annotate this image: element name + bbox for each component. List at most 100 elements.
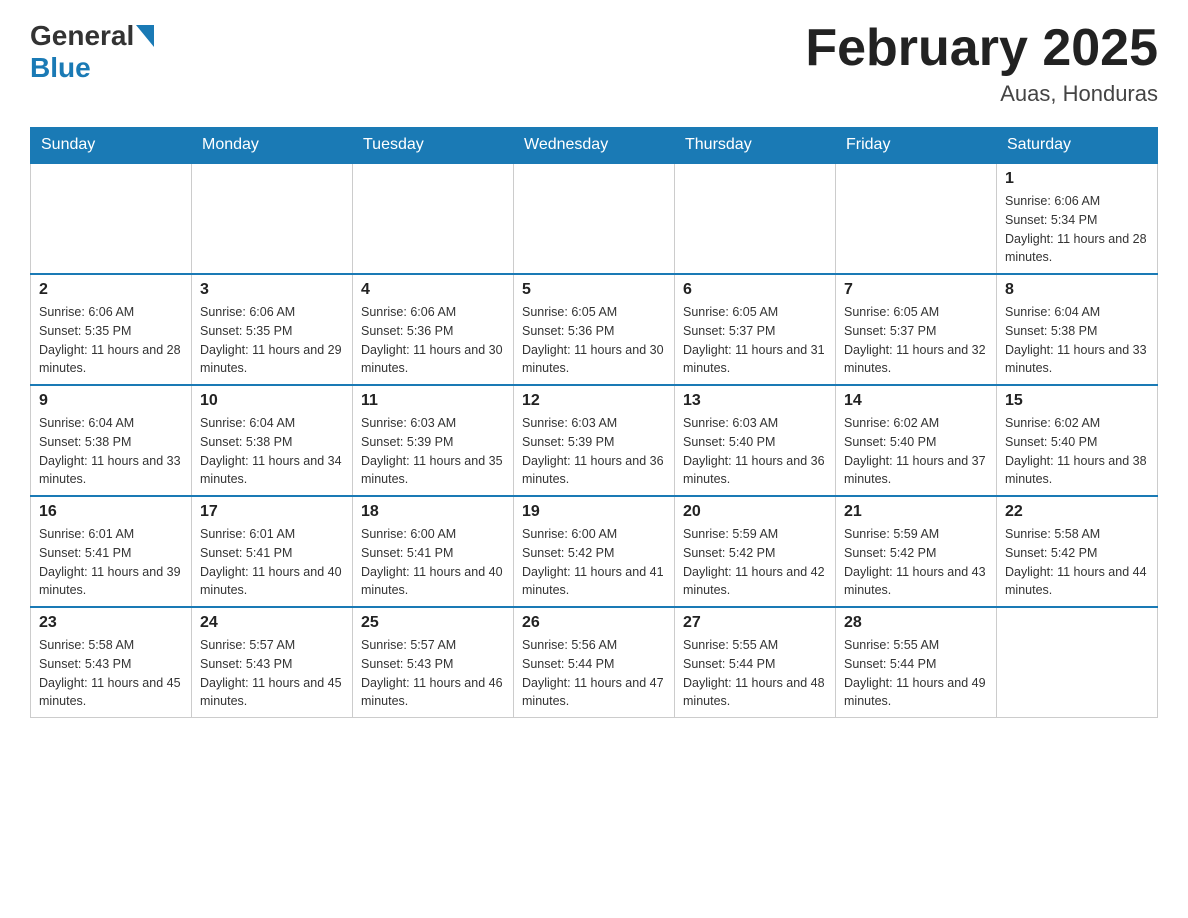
header-wednesday: Wednesday	[514, 128, 675, 164]
day-cell: 2 Sunrise: 6:06 AMSunset: 5:35 PMDaylight…	[31, 274, 192, 385]
week-row-5: 23 Sunrise: 5:58 AMSunset: 5:43 PMDayligh…	[31, 607, 1158, 718]
location: Auas, Honduras	[805, 81, 1158, 107]
title-section: February 2025 Auas, Honduras	[805, 20, 1158, 107]
day-number: 5	[522, 281, 666, 299]
day-info: Sunrise: 6:04 AMSunset: 5:38 PMDaylight:…	[1005, 303, 1149, 378]
day-info: Sunrise: 6:04 AMSunset: 5:38 PMDaylight:…	[200, 414, 344, 489]
day-number: 11	[361, 392, 505, 410]
day-cell: 11 Sunrise: 6:03 AMSunset: 5:39 PMDayligh…	[353, 385, 514, 496]
day-cell: 6 Sunrise: 6:05 AMSunset: 5:37 PMDaylight…	[675, 274, 836, 385]
day-number: 24	[200, 614, 344, 632]
day-number: 12	[522, 392, 666, 410]
day-number: 20	[683, 503, 827, 521]
header-monday: Monday	[192, 128, 353, 164]
day-info: Sunrise: 6:02 AMSunset: 5:40 PMDaylight:…	[1005, 414, 1149, 489]
day-cell: 3 Sunrise: 6:06 AMSunset: 5:35 PMDaylight…	[192, 274, 353, 385]
day-number: 25	[361, 614, 505, 632]
header-sunday: Sunday	[31, 128, 192, 164]
calendar-table: SundayMondayTuesdayWednesdayThursdayFrid…	[30, 127, 1158, 718]
day-cell	[514, 163, 675, 274]
day-cell: 13Sunrise: 6:03 AMSunset: 5:40 PMDayligh…	[675, 385, 836, 496]
day-cell: 14 Sunrise: 6:02 AMSunset: 5:40 PMDayligh…	[836, 385, 997, 496]
day-number: 28	[844, 614, 988, 632]
day-number: 23	[39, 614, 183, 632]
day-cell: 17Sunrise: 6:01 AMSunset: 5:41 PMDayligh…	[192, 496, 353, 607]
day-number: 4	[361, 281, 505, 299]
header-thursday: Thursday	[675, 128, 836, 164]
page-header: General Blue February 2025 Auas, Hondura…	[30, 20, 1158, 107]
day-cell: 8 Sunrise: 6:04 AMSunset: 5:38 PMDaylight…	[997, 274, 1158, 385]
day-cell: 15 Sunrise: 6:02 AMSunset: 5:40 PMDayligh…	[997, 385, 1158, 496]
day-info: Sunrise: 5:58 AMSunset: 5:43 PMDaylight:…	[39, 636, 183, 711]
day-info: Sunrise: 5:58 AMSunset: 5:42 PMDaylight:…	[1005, 525, 1149, 600]
logo-arrow-icon	[136, 25, 154, 47]
day-cell: 9 Sunrise: 6:04 AMSunset: 5:38 PMDaylight…	[31, 385, 192, 496]
month-title: February 2025	[805, 20, 1158, 77]
day-info: Sunrise: 5:55 AMSunset: 5:44 PMDaylight:…	[844, 636, 988, 711]
day-info: Sunrise: 5:57 AMSunset: 5:43 PMDaylight:…	[361, 636, 505, 711]
day-number: 7	[844, 281, 988, 299]
day-cell	[997, 607, 1158, 718]
header-tuesday: Tuesday	[353, 128, 514, 164]
day-number: 9	[39, 392, 183, 410]
day-cell: 19Sunrise: 6:00 AMSunset: 5:42 PMDayligh…	[514, 496, 675, 607]
day-number: 15	[1005, 392, 1149, 410]
day-number: 21	[844, 503, 988, 521]
day-cell: 28 Sunrise: 5:55 AMSunset: 5:44 PMDayligh…	[836, 607, 997, 718]
day-cell: 7 Sunrise: 6:05 AMSunset: 5:37 PMDaylight…	[836, 274, 997, 385]
day-info: Sunrise: 6:05 AMSunset: 5:37 PMDaylight:…	[844, 303, 988, 378]
day-info: Sunrise: 5:59 AMSunset: 5:42 PMDaylight:…	[844, 525, 988, 600]
week-row-2: 2 Sunrise: 6:06 AMSunset: 5:35 PMDaylight…	[31, 274, 1158, 385]
day-cell: 1Sunrise: 6:06 AMSunset: 5:34 PMDaylight…	[997, 163, 1158, 274]
day-cell: 12 Sunrise: 6:03 AMSunset: 5:39 PMDayligh…	[514, 385, 675, 496]
day-cell: 24Sunrise: 5:57 AMSunset: 5:43 PMDayligh…	[192, 607, 353, 718]
day-info: Sunrise: 6:06 AMSunset: 5:36 PMDaylight:…	[361, 303, 505, 378]
day-cell: 10 Sunrise: 6:04 AMSunset: 5:38 PMDayligh…	[192, 385, 353, 496]
day-info: Sunrise: 6:03 AMSunset: 5:39 PMDaylight:…	[361, 414, 505, 489]
day-info: Sunrise: 6:01 AMSunset: 5:41 PMDaylight:…	[200, 525, 344, 600]
day-info: Sunrise: 6:02 AMSunset: 5:40 PMDaylight:…	[844, 414, 988, 489]
day-info: Sunrise: 6:04 AMSunset: 5:38 PMDaylight:…	[39, 414, 183, 489]
day-info: Sunrise: 6:03 AMSunset: 5:39 PMDaylight:…	[522, 414, 666, 489]
day-cell: 22 Sunrise: 5:58 AMSunset: 5:42 PMDayligh…	[997, 496, 1158, 607]
day-cell	[353, 163, 514, 274]
logo-blue: Blue	[30, 52, 91, 83]
logo-general: General	[30, 20, 134, 52]
day-info: Sunrise: 5:59 AMSunset: 5:42 PMDaylight:…	[683, 525, 827, 600]
day-number: 22	[1005, 503, 1149, 521]
day-number: 2	[39, 281, 183, 299]
day-number: 3	[200, 281, 344, 299]
day-cell: 26Sunrise: 5:56 AMSunset: 5:44 PMDayligh…	[514, 607, 675, 718]
day-info: Sunrise: 6:06 AMSunset: 5:35 PMDaylight:…	[200, 303, 344, 378]
day-cell	[31, 163, 192, 274]
day-number: 14	[844, 392, 988, 410]
day-number: 6	[683, 281, 827, 299]
header-saturday: Saturday	[997, 128, 1158, 164]
day-number: 27	[683, 614, 827, 632]
day-cell	[675, 163, 836, 274]
day-cell: 18 Sunrise: 6:00 AMSunset: 5:41 PMDayligh…	[353, 496, 514, 607]
day-number: 1	[1005, 170, 1149, 188]
day-cell: 20 Sunrise: 5:59 AMSunset: 5:42 PMDayligh…	[675, 496, 836, 607]
day-info: Sunrise: 6:06 AMSunset: 5:35 PMDaylight:…	[39, 303, 183, 378]
week-row-3: 9 Sunrise: 6:04 AMSunset: 5:38 PMDaylight…	[31, 385, 1158, 496]
day-cell: 16Sunrise: 6:01 AMSunset: 5:41 PMDayligh…	[31, 496, 192, 607]
day-info: Sunrise: 6:00 AMSunset: 5:42 PMDaylight:…	[522, 525, 666, 600]
day-cell	[192, 163, 353, 274]
week-row-1: 1Sunrise: 6:06 AMSunset: 5:34 PMDaylight…	[31, 163, 1158, 274]
day-number: 18	[361, 503, 505, 521]
day-cell: 4 Sunrise: 6:06 AMSunset: 5:36 PMDaylight…	[353, 274, 514, 385]
day-number: 13	[683, 392, 827, 410]
day-cell: 23 Sunrise: 5:58 AMSunset: 5:43 PMDayligh…	[31, 607, 192, 718]
day-info: Sunrise: 6:05 AMSunset: 5:36 PMDaylight:…	[522, 303, 666, 378]
day-info: Sunrise: 6:05 AMSunset: 5:37 PMDaylight:…	[683, 303, 827, 378]
logo: General Blue	[30, 20, 156, 84]
day-cell: 27 Sunrise: 5:55 AMSunset: 5:44 PMDayligh…	[675, 607, 836, 718]
day-info: Sunrise: 6:00 AMSunset: 5:41 PMDaylight:…	[361, 525, 505, 600]
day-number: 8	[1005, 281, 1149, 299]
day-number: 10	[200, 392, 344, 410]
calendar-header-row: SundayMondayTuesdayWednesdayThursdayFrid…	[31, 128, 1158, 164]
day-info: Sunrise: 5:56 AMSunset: 5:44 PMDaylight:…	[522, 636, 666, 711]
day-cell: 5 Sunrise: 6:05 AMSunset: 5:36 PMDaylight…	[514, 274, 675, 385]
day-info: Sunrise: 5:55 AMSunset: 5:44 PMDaylight:…	[683, 636, 827, 711]
